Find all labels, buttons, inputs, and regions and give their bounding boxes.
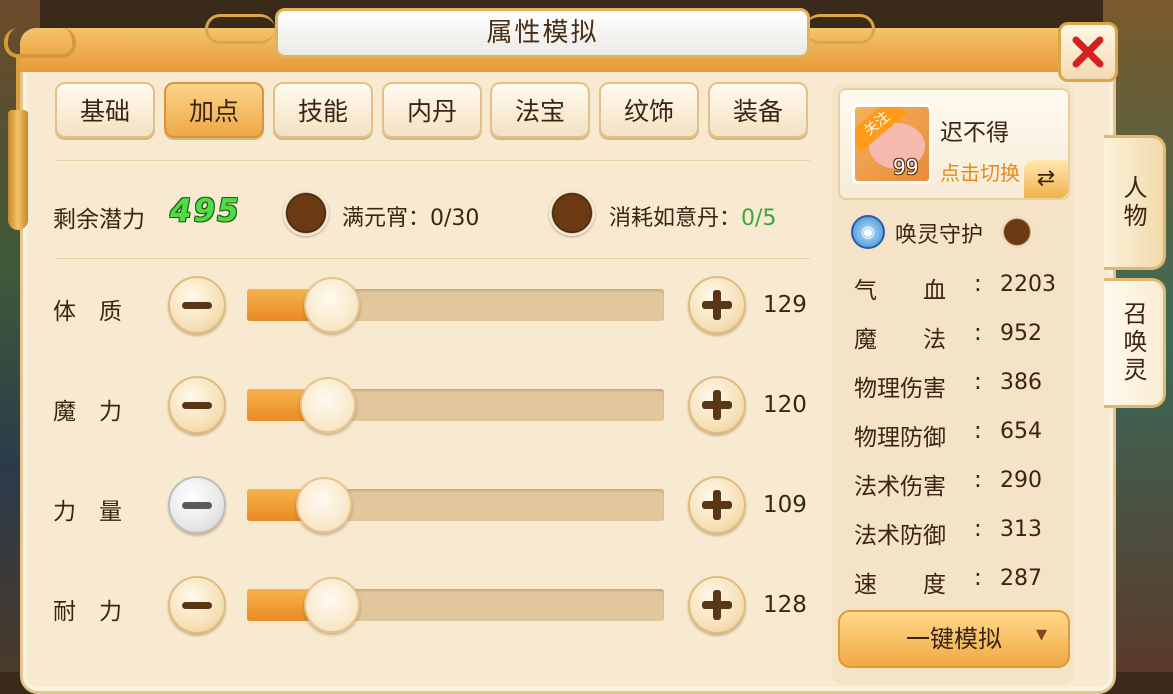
attribute-value: 129 <box>763 292 807 318</box>
slider-knob[interactable] <box>304 577 360 633</box>
yuanxiao-item-slot[interactable] <box>283 190 329 236</box>
slider-knob[interactable] <box>300 377 356 433</box>
stat-value: 313 <box>1000 517 1042 542</box>
side-tab-character[interactable]: 人物 <box>1104 135 1166 270</box>
tab-magic-treasure[interactable]: 法宝 <box>490 82 590 138</box>
stat-name: 物理防御 <box>854 425 946 451</box>
stat-name: 法术防御 <box>854 523 946 549</box>
tab-equipment[interactable]: 装备 <box>708 82 808 138</box>
decrease-button[interactable] <box>168 576 226 634</box>
title-scroll-right <box>805 14 875 44</box>
minus-icon <box>182 601 212 609</box>
page-title: 属性模拟 <box>486 18 599 48</box>
close-button[interactable] <box>1058 22 1118 82</box>
slider-knob[interactable] <box>296 477 352 533</box>
tab-add-points[interactable]: 加点 <box>164 82 264 138</box>
slider-knob[interactable] <box>304 277 360 333</box>
divider <box>55 258 810 259</box>
stat-colon: : <box>974 565 982 591</box>
stat-value: 2203 <box>1000 272 1056 297</box>
stat-colon: : <box>974 418 982 444</box>
attribute-label: 力 量 <box>53 499 122 525</box>
tab-ornament[interactable]: 纹饰 <box>599 82 699 138</box>
attribute-slider[interactable] <box>247 377 664 433</box>
attribute-slider[interactable] <box>247 577 664 633</box>
decrease-button[interactable] <box>168 476 226 534</box>
ruyidan-label: 消耗如意丹： <box>609 206 742 231</box>
increase-button[interactable] <box>688 276 746 334</box>
plus-icon <box>702 590 732 620</box>
plus-icon <box>702 390 732 420</box>
minus-icon <box>182 301 212 309</box>
yuanxiao-value: 0/30 <box>430 206 480 231</box>
pet-name: 迟不得 <box>940 120 1009 146</box>
decrease-button[interactable] <box>168 376 226 434</box>
stat-colon: : <box>974 467 982 493</box>
potential-label: 剩余潜力 <box>53 207 145 233</box>
pet-level: 99 <box>893 155 919 179</box>
attribute-value: 109 <box>763 492 807 518</box>
stat-value: 386 <box>1000 370 1042 395</box>
side-tab-label: 人物 <box>1119 174 1147 231</box>
attribute-slider[interactable] <box>247 277 664 333</box>
minus-icon <box>182 401 212 409</box>
guard-slot[interactable] <box>1001 216 1033 248</box>
stat-value: 952 <box>1000 321 1042 346</box>
increase-button[interactable] <box>688 476 746 534</box>
tassel-decoration <box>8 110 28 230</box>
divider <box>55 160 810 161</box>
switch-pet-link[interactable]: 点击切换 <box>940 157 1020 186</box>
attribute-value: 128 <box>763 592 807 618</box>
close-icon <box>1072 36 1104 68</box>
tassel-rope <box>16 56 20 116</box>
attribute-label: 体 质 <box>53 299 122 325</box>
title-banner: 属性模拟 <box>275 8 810 58</box>
tab-skills[interactable]: 技能 <box>273 82 373 138</box>
attribute-slider[interactable] <box>247 477 664 533</box>
stat-name: 物理伤害 <box>854 376 946 402</box>
attribute-label: 魔 力 <box>53 399 122 425</box>
attribute-label: 耐 力 <box>53 599 122 625</box>
plus-icon <box>702 290 732 320</box>
tab-inner-pill[interactable]: 内丹 <box>382 82 482 138</box>
guard-icon: ◉ <box>851 215 885 249</box>
stat-name: 法术伤害 <box>854 474 946 500</box>
stat-colon: : <box>974 516 982 542</box>
attribute-value: 120 <box>763 392 807 418</box>
side-tab-label: 召唤灵 <box>1119 301 1147 385</box>
yuanxiao-label: 满元宵： <box>342 206 431 231</box>
ruyidan-item-slot[interactable] <box>549 190 595 236</box>
title-scroll-left <box>205 14 275 44</box>
increase-button[interactable] <box>688 376 746 434</box>
yuanxiao-counter: 满元宵：0/30 <box>342 200 479 232</box>
tab-basic[interactable]: 基础 <box>55 82 155 138</box>
stat-name: 魔 法 <box>854 327 946 353</box>
potential-value: 495 <box>170 193 241 229</box>
guard-label: 唤灵守护 <box>895 223 984 248</box>
decrease-button[interactable] <box>168 276 226 334</box>
minus-icon <box>182 501 212 509</box>
stat-name: 速 度 <box>854 572 946 598</box>
stat-colon: : <box>974 369 982 395</box>
stat-value: 287 <box>1000 566 1042 591</box>
simulate-button-label: 一键模拟 <box>906 625 1002 653</box>
stat-colon: : <box>974 320 982 346</box>
chevron-down-icon[interactable]: ▾ <box>1036 622 1047 647</box>
ruyidan-value: 0/5 <box>741 206 777 231</box>
stat-value: 654 <box>1000 419 1042 444</box>
ruyidan-counter: 消耗如意丹：0/5 <box>609 200 776 232</box>
stat-value: 290 <box>1000 468 1042 493</box>
switch-icon[interactable]: ⇄ <box>1024 160 1068 198</box>
increase-button[interactable] <box>688 576 746 634</box>
side-tab-summon[interactable]: 召唤灵 <box>1104 278 1166 408</box>
stat-name: 气 血 <box>854 278 946 304</box>
left-ornament <box>4 28 76 58</box>
stat-colon: : <box>974 271 982 297</box>
plus-icon <box>702 490 732 520</box>
pet-avatar[interactable]: 关注 <box>852 104 932 184</box>
